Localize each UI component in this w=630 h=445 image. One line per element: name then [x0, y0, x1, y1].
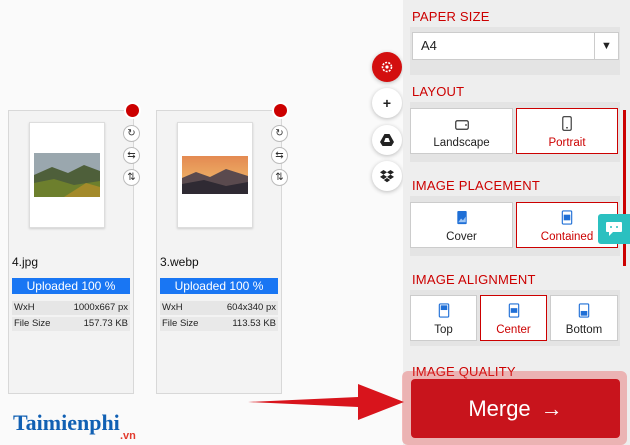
align-center-icon [508, 303, 519, 318]
alignment-top-option[interactable]: Top [410, 295, 477, 341]
image-contained-icon [561, 210, 573, 225]
file-tools: ↻ ⇆ ⇅ [123, 125, 140, 186]
file-tools: ↻ ⇆ ⇅ [271, 125, 288, 186]
layout-title: LAYOUT [412, 84, 465, 99]
image-alignment-title: IMAGE ALIGNMENT [412, 272, 536, 287]
google-drive-icon [380, 134, 394, 146]
chat-button[interactable] [598, 214, 630, 244]
file-name: 3.webp [160, 255, 199, 269]
dimensions-row: WxH 604x340 px [160, 301, 278, 315]
arrow-right-icon: → [540, 395, 563, 421]
chevron-down-icon: ▼ [594, 33, 618, 59]
rotate-icon[interactable]: ↻ [271, 125, 288, 142]
landscape-photo [34, 153, 100, 197]
image-placement-title: IMAGE PLACEMENT [412, 178, 540, 193]
dimensions-row: WxH 1000x667 px [12, 301, 130, 315]
portrait-page-icon [562, 116, 572, 131]
dropbox-button[interactable] [372, 161, 402, 191]
gear-icon [381, 61, 393, 73]
file-thumbnail [29, 122, 105, 228]
align-top-icon [438, 303, 449, 318]
file-size-row: File Size 157.73 KB [12, 317, 130, 331]
chat-bubble-icon [606, 222, 622, 236]
upload-progress-bar: Uploaded 100 % [160, 278, 278, 294]
flip-vertical-icon[interactable]: ⇅ [123, 169, 140, 186]
site-logo: Taimienphi .vn [13, 410, 136, 442]
file-card-1: ↻ ⇆ ⇅ 4.jpg Uploaded 100 % WxH 1000x667 p… [8, 102, 141, 394]
rotate-icon[interactable]: ↻ [123, 125, 140, 142]
paper-size-title: PAPER SIZE [412, 9, 490, 24]
alignment-bottom-option[interactable]: Bottom [550, 295, 618, 341]
flip-horizontal-icon[interactable]: ⇆ [271, 147, 288, 164]
file-name: 4.jpg [12, 255, 39, 269]
placement-cover-option[interactable]: Cover [410, 202, 513, 248]
annotation-arrow-icon [248, 384, 404, 420]
file-thumbnail [177, 122, 253, 228]
flip-vertical-icon[interactable]: ⇅ [271, 169, 288, 186]
paper-size-select[interactable]: A4 ▼ [412, 32, 619, 60]
dropbox-icon [380, 169, 394, 182]
remove-file-button[interactable] [124, 102, 141, 119]
layout-portrait-option[interactable]: Portrait [516, 108, 618, 154]
merge-button[interactable]: Merge → [411, 379, 620, 438]
file-size-row: File Size 113.53 KB [160, 317, 278, 331]
remove-file-button[interactable] [272, 102, 289, 119]
flip-horizontal-icon[interactable]: ⇆ [123, 147, 140, 164]
landscape-page-icon [454, 120, 469, 130]
layout-landscape-option[interactable]: Landscape [410, 108, 513, 154]
sunset-photo [182, 156, 248, 194]
plus-icon: + [382, 95, 392, 111]
add-file-button[interactable]: + [372, 88, 402, 118]
file-card-2: ↻ ⇆ ⇅ 3.webp Uploaded 100 % WxH 604x340 p… [156, 102, 289, 394]
image-cover-icon [456, 210, 467, 225]
upload-progress-bar: Uploaded 100 % [12, 278, 130, 294]
align-bottom-icon [578, 303, 590, 318]
settings-button[interactable] [372, 52, 402, 82]
google-drive-button[interactable] [372, 125, 402, 155]
alignment-center-option[interactable]: Center [480, 295, 547, 341]
